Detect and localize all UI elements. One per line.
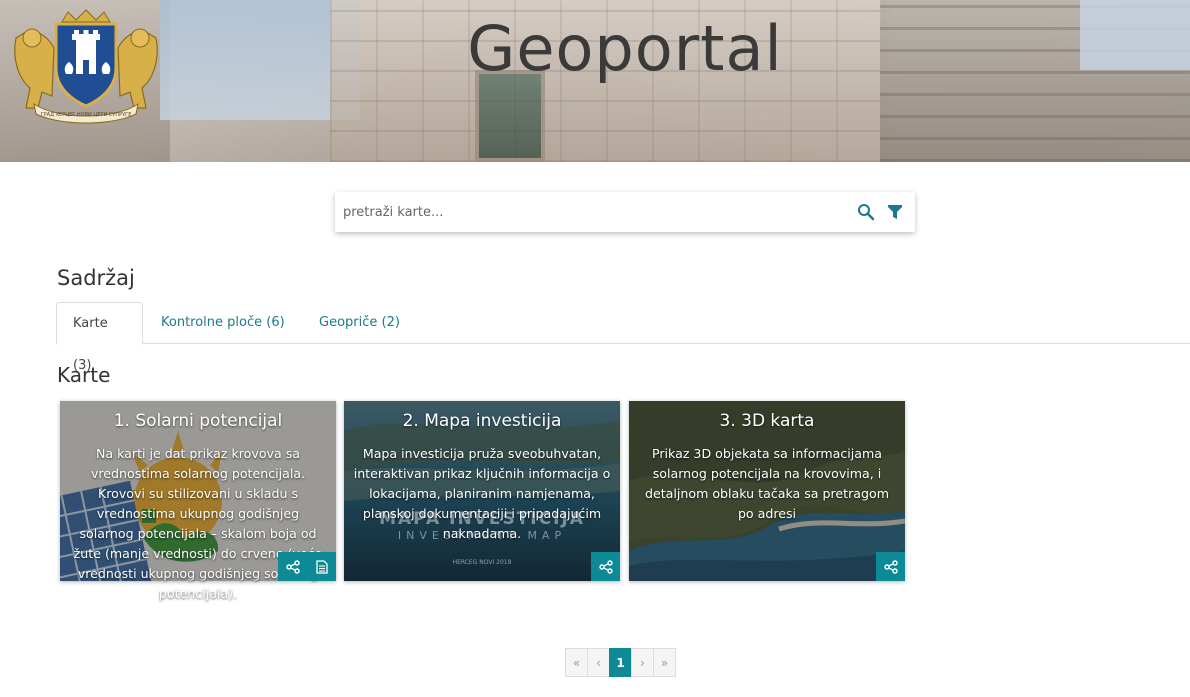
pagination: « ‹ 1 › » xyxy=(565,648,676,677)
map-card-mapa-investicija[interactable]: MAPA INVESTICIJA INVESTMENT MAP HERCEG N… xyxy=(344,401,620,581)
pagination-first[interactable]: « xyxy=(565,648,588,677)
crest-ribbon-text: ГРАД ХЕРЦЕГ НОВИ ЦЕТИ СУПРУГЕ xyxy=(41,112,132,118)
document-icon xyxy=(315,559,328,574)
content-tabs: Karte (3) Kontrolne ploče (6) Geopriče (… xyxy=(56,302,1190,373)
share-button[interactable] xyxy=(278,552,307,581)
card-description: Mapa investicija pruža sveobuhvatan, int… xyxy=(353,446,611,541)
search-icon[interactable] xyxy=(857,203,875,221)
map-card-3d-karta[interactable]: 3. 3D karta Prikaz 3D objekata sa inform… xyxy=(629,401,905,581)
tab-karte[interactable]: Karte (3) xyxy=(56,302,143,373)
pagination-page-1[interactable]: 1 xyxy=(609,648,632,677)
search-box xyxy=(335,192,915,232)
share-icon xyxy=(883,559,898,574)
card-title: 2. Mapa investicija xyxy=(402,411,562,431)
tab-geoprice[interactable]: Geopriče (2) xyxy=(303,302,416,344)
pagination-next[interactable]: › xyxy=(631,648,654,677)
share-button[interactable] xyxy=(591,552,620,581)
pagination-prev[interactable]: ‹ xyxy=(587,648,610,677)
share-icon xyxy=(598,559,613,574)
card-title: 1. Solarni potencijal xyxy=(113,411,283,431)
pagination-last[interactable]: » xyxy=(653,648,676,677)
header-banner: ГРАД ХЕРЦЕГ НОВИ ЦЕТИ СУПРУГЕ Geoportal xyxy=(0,0,1190,162)
share-icon xyxy=(285,559,300,574)
section-karte-title: Karte xyxy=(57,363,111,387)
thumbnail-text-location: HERCEG NOVI 2018 xyxy=(452,559,512,566)
filter-icon[interactable] xyxy=(887,203,903,221)
map-card-solarni-potencijal[interactable]: 1. Solarni potencijal Na karti je dat pr… xyxy=(60,401,336,601)
page-title: Geoportal xyxy=(467,12,783,85)
share-button[interactable] xyxy=(876,552,905,581)
search-input[interactable] xyxy=(335,192,845,232)
card-title: 3. 3D karta xyxy=(719,411,815,431)
details-button[interactable] xyxy=(307,552,336,581)
content-title: Sadržaj xyxy=(57,266,135,290)
card-description: Prikaz 3D objekata sa informacijama sola… xyxy=(645,446,889,521)
tab-kontrolne-ploce[interactable]: Kontrolne ploče (6) xyxy=(145,302,301,344)
